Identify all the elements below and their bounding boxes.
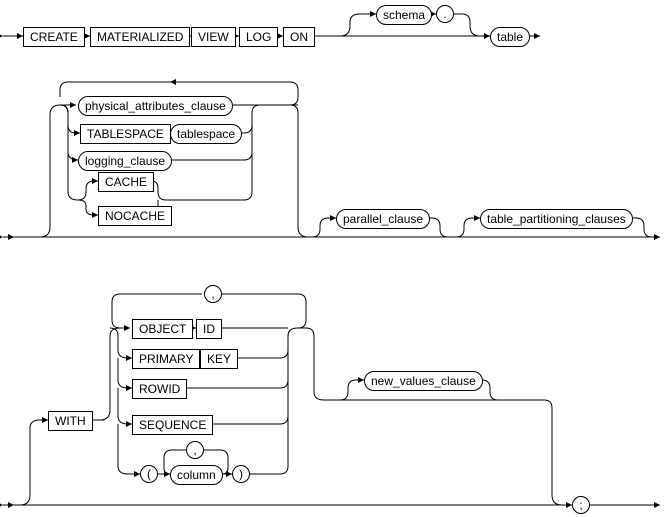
semicolon: ;: [572, 496, 590, 514]
kw-cache: CACHE: [98, 172, 154, 192]
nt-new-values-clause: new_values_clause: [364, 371, 483, 391]
nt-schema: schema: [376, 5, 432, 25]
kw-on: ON: [283, 27, 315, 47]
kw-primary: PRIMARY: [132, 349, 200, 369]
nt-physical-attributes-clause: physical_attributes_clause: [78, 96, 233, 116]
kw-id: ID: [196, 319, 222, 339]
kw-nocache: NOCACHE: [98, 206, 172, 226]
kw-tablespace: TABLESPACE: [80, 124, 171, 144]
kw-with: WITH: [48, 411, 93, 431]
nt-logging-clause: logging_clause: [78, 151, 172, 171]
dot: .: [436, 5, 454, 23]
kw-log: LOG: [239, 27, 278, 47]
kw-materialized: MATERIALIZED: [90, 27, 190, 47]
kw-view: VIEW: [191, 27, 236, 47]
sep-comma-inner: ,: [186, 441, 204, 459]
kw-key: KEY: [200, 349, 238, 369]
kw-sequence: SEQUENCE: [132, 415, 213, 435]
nt-parallel-clause: parallel_clause: [336, 209, 430, 229]
nt-column: column: [170, 465, 223, 485]
rparen: ): [232, 465, 250, 483]
nt-tablespace: tablespace: [170, 124, 242, 144]
kw-create: CREATE: [23, 27, 85, 47]
nt-table-partitioning-clauses: table_partitioning_clauses: [480, 209, 633, 229]
nt-table: table: [490, 27, 530, 47]
lparen: (: [140, 465, 158, 483]
sep-comma-outer: ,: [204, 285, 222, 303]
kw-object: OBJECT: [132, 319, 193, 339]
kw-rowid: ROWID: [132, 379, 187, 399]
